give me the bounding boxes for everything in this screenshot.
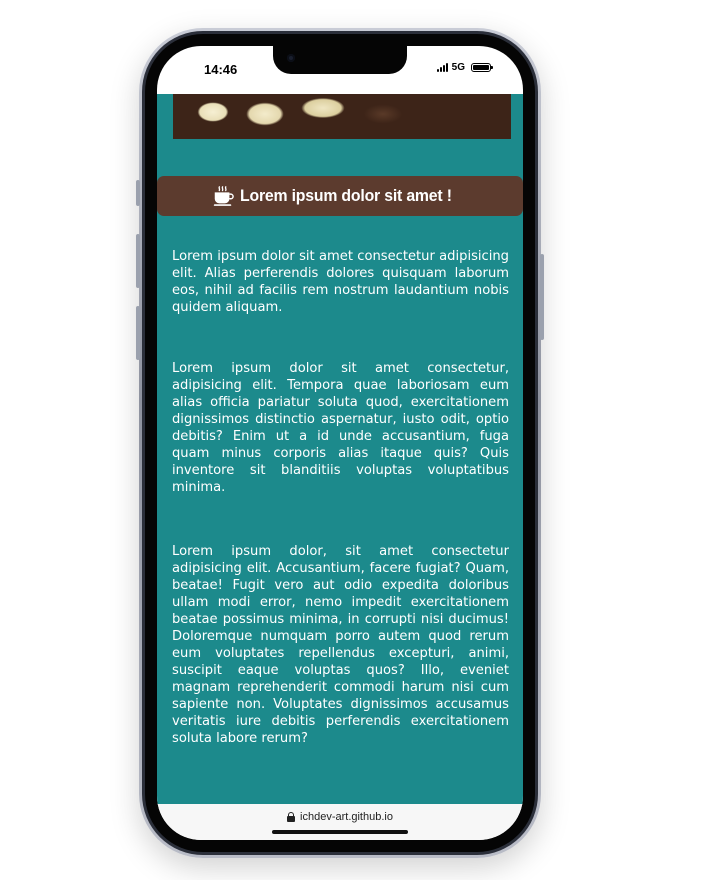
phone-frame: 14:46 5G Lorem ipsum dolor sit amet ! Lo… <box>136 28 544 858</box>
url-text[interactable]: ichdev-art.github.io <box>300 811 393 823</box>
notch <box>273 46 407 74</box>
address-row[interactable]: ichdev-art.github.io <box>157 811 523 823</box>
lock-icon <box>287 812 296 822</box>
status-indicators: 5G <box>436 62 493 73</box>
status-time: 14:46 <box>204 62 238 77</box>
volume-up-button <box>136 234 140 288</box>
battery-icon <box>471 63 493 72</box>
browser-url-bar[interactable]: ichdev-art.github.io <box>157 804 523 840</box>
paragraph-1: Lorem ipsum dolor sit amet consectetur a… <box>172 249 509 315</box>
paragraph-2: Lorem ipsum dolor sit amet consectetur, … <box>172 361 509 495</box>
title-banner: Lorem ipsum dolor sit amet ! <box>157 176 523 216</box>
home-indicator[interactable] <box>272 830 408 834</box>
web-page[interactable]: Lorem ipsum dolor sit amet ! Lorem ipsum… <box>157 94 523 804</box>
volume-down-button <box>136 306 140 360</box>
power-button <box>540 254 544 340</box>
mute-switch <box>136 180 140 206</box>
front-camera-icon <box>287 54 295 62</box>
signal-icon <box>436 63 448 72</box>
phone-screen: 14:46 5G Lorem ipsum dolor sit amet ! Lo… <box>157 46 523 840</box>
network-label: 5G <box>451 62 465 73</box>
coffee-cup-icon <box>213 186 234 206</box>
chocolate-image <box>173 94 511 139</box>
page-title: Lorem ipsum dolor sit amet ! <box>240 186 452 205</box>
paragraph-3: Lorem ipsum dolor, sit amet consectetur … <box>172 544 509 746</box>
